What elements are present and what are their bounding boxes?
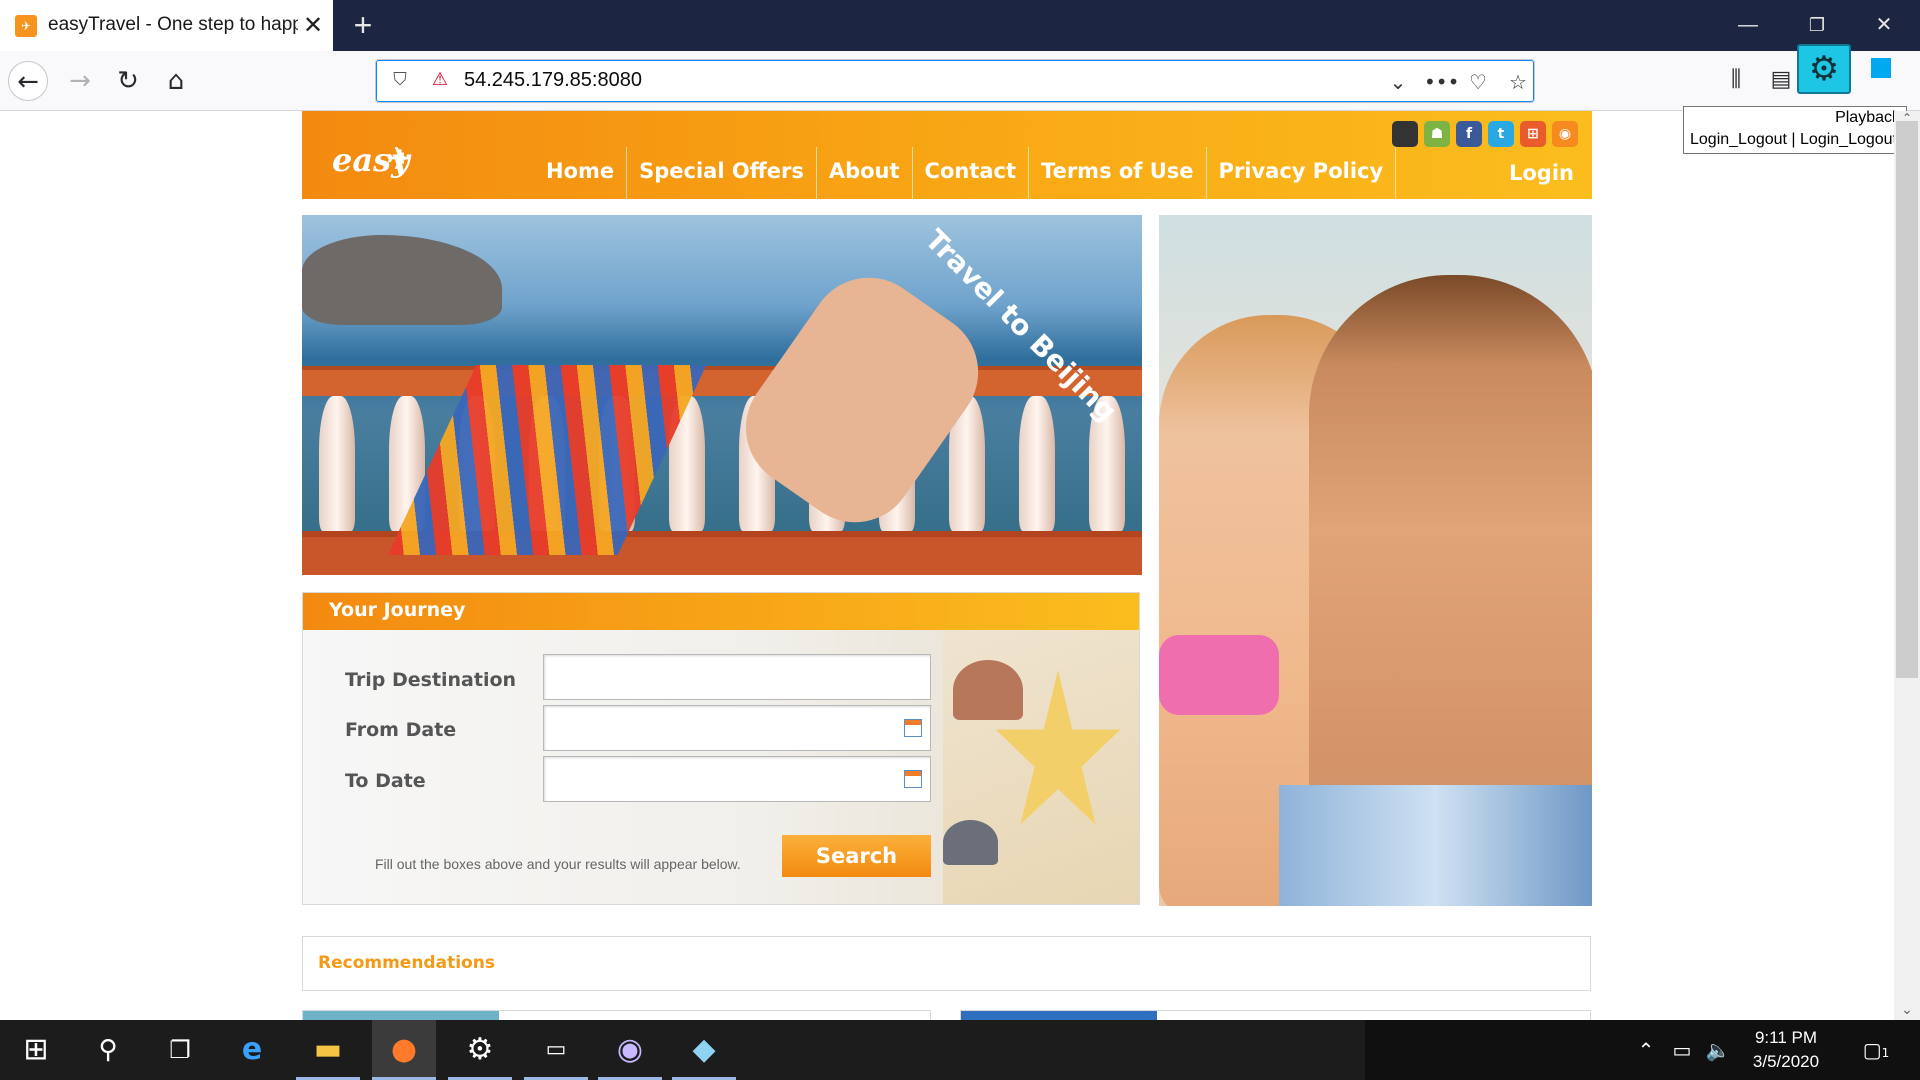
url-text[interactable]: 54.245.179.85:8080 — [464, 69, 642, 92]
shell — [953, 660, 1023, 720]
clock-date: 3/5/2020 — [1752, 1052, 1820, 1071]
library-icon[interactable]: ⫼ — [1718, 62, 1754, 98]
minimize-button[interactable]: — — [1728, 8, 1768, 42]
hero-rock — [302, 235, 502, 325]
windows-taskbar: ⊞ ⚲ ❐ e ▬ ● ⚙ ▭ ◉ ◆ ⌃ ▭ 🔈 9:11 PM 3/5/20… — [0, 1020, 1920, 1080]
settings-gear-icon[interactable]: ⚙ — [448, 1020, 512, 1080]
sidebar-icon[interactable]: ▤ — [1763, 62, 1799, 98]
rss-icon[interactable]: ◉ — [1552, 121, 1578, 147]
playback-gear-icon[interactable]: ⚙ — [1797, 44, 1851, 94]
home-icon[interactable]: ⌂ — [156, 61, 196, 101]
hero-banner-image[interactable]: Travel to Beijing — [302, 215, 1142, 575]
chevron-up-icon[interactable]: ⌃ — [1636, 1036, 1656, 1064]
chevron-down-icon[interactable]: ⌄ — [1384, 68, 1412, 96]
couple-photo — [1159, 215, 1592, 906]
browser-titlebar: ✈ easyTravel - One step to happiness ✕ +… — [0, 0, 1920, 51]
from-date-input[interactable] — [543, 705, 931, 751]
internet-explorer-icon[interactable]: e — [220, 1020, 284, 1080]
android-icon[interactable]: ☗ — [1424, 121, 1450, 147]
more-actions-icon[interactable]: ••• — [1424, 68, 1459, 96]
search-hint: Fill out the boxes above and your result… — [375, 856, 741, 872]
menu-privacy-policy[interactable]: Privacy Policy — [1207, 147, 1397, 199]
address-bar[interactable]: ⛉ ⚠ 54.245.179.85:8080 ⌄ ••• ♡ ☆ — [375, 59, 1535, 103]
menu-terms-of-use[interactable]: Terms of Use — [1029, 147, 1207, 199]
browser-navbar: ← → ↻ ⌂ ⛉ ⚠ 54.245.179.85:8080 ⌄ ••• ♡ ☆… — [0, 51, 1920, 111]
recommendations-title: Recommendations — [318, 953, 495, 973]
volume-muted-icon[interactable]: 🔈 — [1704, 1036, 1732, 1064]
recommendation-card[interactable] — [302, 1010, 931, 1021]
file-explorer-icon[interactable]: ▬ — [296, 1020, 360, 1080]
insecure-lock-icon[interactable]: ⚠ — [428, 69, 452, 93]
notification-count: 1 — [1881, 1046, 1890, 1060]
window-close-button[interactable]: ✕ — [1864, 8, 1904, 42]
taskbar-clock[interactable]: 9:11 PM 3/5/2020 — [1738, 1026, 1834, 1074]
photo-shorts — [1279, 785, 1592, 906]
close-icon[interactable]: ✕ — [300, 10, 326, 40]
restore-button[interactable]: ❐ — [1797, 8, 1837, 42]
notification-glyph: ▢ — [1862, 1038, 1882, 1062]
easytravel-logo[interactable]: ✈ easy Travel — [332, 129, 497, 241]
notifications-icon[interactable]: ▢1 — [1856, 1036, 1896, 1064]
baluster — [319, 396, 355, 531]
trip-destination-input[interactable] — [543, 654, 931, 700]
search-icon[interactable]: ⚲ — [76, 1020, 140, 1080]
pocket-icon[interactable]: ♡ — [1464, 68, 1492, 96]
to-date-label: To Date — [345, 770, 426, 792]
to-date-input[interactable] — [543, 756, 931, 802]
tracking-shield-icon[interactable]: ⛉ — [388, 69, 412, 93]
windows-start-icon[interactable]: ⊞ — [4, 1020, 68, 1080]
hero-balcony-rail — [302, 366, 1142, 396]
menu-home[interactable]: Home — [534, 147, 628, 199]
windows-icon[interactable]: ⊞ — [1520, 121, 1546, 147]
journey-body: Trip Destination From Date To Date Fill … — [303, 630, 1139, 904]
back-arrow-icon[interactable]: ← — [8, 61, 48, 101]
menu-contact[interactable]: Contact — [913, 147, 1030, 199]
login-link[interactable]: Login — [1509, 161, 1574, 185]
notes-icon[interactable]: ◆ — [672, 1020, 736, 1080]
github-icon[interactable]: ◉ — [598, 1020, 662, 1080]
plane-swoosh-icon: ✈ — [387, 142, 413, 177]
twitter-icon[interactable]: t — [1488, 121, 1514, 147]
forward-arrow-icon[interactable]: → — [60, 61, 100, 101]
recommendations-header: Recommendations — [302, 936, 1591, 991]
tooltip-title: Playback — [1835, 109, 1900, 126]
stop-recording-icon[interactable] — [1862, 54, 1900, 84]
scroll-down-icon[interactable]: ⌄ — [1894, 1000, 1920, 1020]
site-header: ✈ easy Travel ☗ f t ⊞ ◉ Home Special Off… — [302, 111, 1592, 241]
calendar-icon[interactable] — [904, 770, 922, 788]
paper-plane-icon: ✈ — [15, 15, 37, 37]
calendar-icon[interactable] — [904, 719, 922, 737]
clock-time: 9:11 PM — [1754, 1028, 1818, 1047]
shell — [943, 820, 998, 865]
baluster — [1019, 396, 1055, 531]
task-view-icon[interactable]: ❐ — [148, 1020, 212, 1080]
journey-title: Your Journey — [329, 599, 466, 621]
firefox-icon[interactable]: ● — [372, 1020, 436, 1080]
tooltip-detail: Login_Logout | Login_Logout — [1690, 131, 1898, 148]
from-date-label: From Date — [345, 719, 457, 741]
main-menu: Home Special Offers About Contact Terms … — [534, 147, 1397, 199]
trip-destination-label: Trip Destination — [345, 669, 517, 691]
scroll-thumb[interactable] — [1896, 121, 1918, 678]
search-button[interactable]: Search — [782, 835, 931, 877]
menu-special-offers[interactable]: Special Offers — [627, 147, 817, 199]
page-scrollbar[interactable]: ⌃ ⌄ — [1894, 111, 1920, 1020]
social-icons: ☗ f t ⊞ ◉ — [1392, 121, 1578, 147]
recommendation-card[interactable] — [960, 1010, 1591, 1021]
facebook-icon[interactable]: f — [1456, 121, 1482, 147]
photo-bikini — [1159, 635, 1279, 715]
apple-icon[interactable] — [1392, 121, 1418, 147]
tab-title: easyTravel - One step to happiness — [48, 14, 298, 35]
journey-header: Your Journey — [303, 593, 1139, 630]
reload-icon[interactable]: ↻ — [108, 61, 148, 101]
playback-tooltip: Playback Login_Logout | Login_Logout — [1683, 106, 1907, 154]
bookmark-star-icon[interactable]: ☆ — [1504, 68, 1532, 96]
journey-search-panel: Your Journey Trip Destination From Date … — [302, 592, 1140, 905]
menu-about[interactable]: About — [817, 147, 913, 199]
network-icon[interactable]: ▭ — [1668, 1036, 1696, 1064]
new-tab-button[interactable]: + — [348, 8, 378, 42]
terminal-icon[interactable]: ▭ — [524, 1020, 588, 1080]
browser-tab-active[interactable]: ✈ easyTravel - One step to happiness ✕ — [0, 0, 333, 51]
seashells-decoration — [943, 630, 1139, 904]
